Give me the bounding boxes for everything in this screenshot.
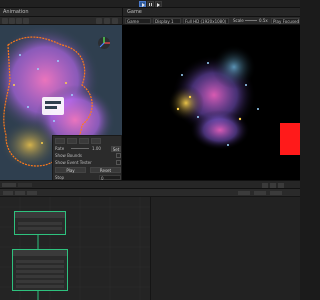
tab-game-label: Game bbox=[127, 9, 142, 15]
initialize-context-line bbox=[16, 275, 64, 278]
game-viewport[interactable] bbox=[122, 25, 300, 180]
pause-icon bbox=[149, 3, 150, 6]
blackboard-toggle[interactable] bbox=[238, 191, 250, 195]
play-event-button[interactable]: Play bbox=[55, 167, 86, 173]
more-options-button[interactable] bbox=[112, 18, 118, 24]
display-label: Display 1 bbox=[155, 19, 174, 24]
panel-restart-icon-button[interactable] bbox=[91, 138, 101, 144]
play-mode-dropdown[interactable]: Play Focused bbox=[271, 18, 299, 24]
tab-game[interactable]: Game bbox=[127, 9, 142, 15]
scale-tool-button[interactable] bbox=[23, 18, 29, 24]
spawn-context-line bbox=[18, 227, 62, 230]
set-rate-button[interactable]: Set bbox=[111, 146, 121, 152]
scale-label: Scale bbox=[233, 18, 244, 23]
panel-play-icon-button[interactable] bbox=[55, 138, 65, 144]
resolution-dropdown[interactable]: Full HD (1920x1080) bbox=[183, 18, 229, 24]
reset-event-button[interactable]: Reset bbox=[90, 167, 121, 173]
graph-toolbar bbox=[0, 189, 300, 197]
hand-tool-button[interactable] bbox=[2, 18, 8, 24]
show-bounds-row: Show Bounds bbox=[55, 153, 121, 159]
spawn-context-node[interactable] bbox=[14, 211, 66, 235]
blackboard-panel bbox=[150, 197, 300, 300]
graph-tab-strip bbox=[0, 180, 300, 189]
play-mode-label: Play Focused bbox=[273, 19, 300, 24]
reset-event-label: Reset bbox=[99, 168, 112, 173]
panel-step-icon-button[interactable] bbox=[79, 138, 89, 144]
play-event-label: Play bbox=[66, 168, 75, 173]
rate-slider[interactable] bbox=[71, 148, 89, 149]
rate-label: Rate bbox=[55, 146, 65, 151]
pause-button[interactable] bbox=[147, 1, 154, 7]
resolution-label: Full HD (1920x1080) bbox=[185, 19, 227, 24]
move-tool-button[interactable] bbox=[9, 18, 15, 24]
initialize-context-line bbox=[16, 280, 64, 283]
scene-tab-strip: Animation bbox=[0, 8, 122, 17]
initialize-context-header bbox=[13, 250, 67, 256]
auto-compile-toggle[interactable] bbox=[27, 191, 37, 195]
initialize-context-line bbox=[16, 260, 64, 263]
options-button[interactable] bbox=[270, 183, 276, 188]
step-button[interactable] bbox=[155, 1, 162, 7]
spawn-context-line bbox=[18, 222, 62, 225]
initialize-context-line bbox=[16, 270, 64, 273]
tab-vfx-graph[interactable] bbox=[2, 183, 16, 187]
save-button[interactable] bbox=[3, 191, 13, 195]
vfx-graph-canvas[interactable] bbox=[0, 197, 150, 300]
gizmos-button[interactable] bbox=[96, 18, 102, 24]
show-bounds-checkbox[interactable] bbox=[116, 153, 121, 158]
main-toolbar bbox=[0, 0, 300, 8]
scale-slider[interactable] bbox=[245, 20, 257, 21]
red-box bbox=[280, 123, 300, 155]
target-toggle[interactable] bbox=[254, 191, 266, 195]
lock-icon[interactable] bbox=[278, 183, 284, 188]
game-toolbar: Game Display 1 Full HD (1920x1080) Scale… bbox=[122, 17, 300, 25]
play-reset-row: Play Reset bbox=[55, 167, 121, 173]
initialize-context-node[interactable] bbox=[12, 249, 68, 291]
view-options-button[interactable] bbox=[104, 18, 110, 24]
vfx-control-panel: Rate 1.00 Set Show Bounds Show Event Tes… bbox=[52, 135, 122, 182]
initialize-context-line bbox=[16, 265, 64, 268]
step-icon bbox=[157, 3, 160, 7]
spawn-context-header bbox=[15, 212, 65, 218]
show-event-tester-row: Show Event Tester bbox=[55, 160, 121, 166]
display-dropdown[interactable]: Display 1 bbox=[153, 18, 181, 24]
game-particles bbox=[122, 25, 300, 180]
tab-animation-label: Animation bbox=[3, 9, 29, 15]
scene-gizmo[interactable] bbox=[98, 37, 110, 49]
vfx-graph-icon[interactable] bbox=[42, 97, 64, 115]
game-view-label: Game bbox=[127, 19, 139, 24]
tab-animation[interactable]: Animation bbox=[3, 9, 29, 15]
scene-toolbar bbox=[0, 17, 122, 25]
tab-console[interactable] bbox=[18, 183, 32, 187]
show-bounds-label: Show Bounds bbox=[55, 153, 82, 158]
rotate-tool-button[interactable] bbox=[16, 18, 22, 24]
panel-icon-row bbox=[55, 138, 121, 144]
rate-row: Rate 1.00 Set bbox=[55, 146, 121, 152]
compile-button[interactable] bbox=[15, 191, 25, 195]
play-button[interactable] bbox=[139, 1, 146, 7]
scale-value: 0.5x bbox=[259, 18, 268, 23]
help-button[interactable] bbox=[270, 191, 282, 195]
game-view-dropdown[interactable]: Game bbox=[125, 18, 151, 24]
panel-pause-icon-button[interactable] bbox=[67, 138, 77, 144]
play-icon bbox=[142, 3, 145, 7]
show-event-tester-label: Show Event Tester bbox=[55, 160, 92, 165]
initialize-context-line bbox=[16, 285, 64, 288]
maximize-button[interactable] bbox=[262, 183, 268, 188]
game-tab-strip: Game bbox=[122, 8, 300, 17]
show-event-tester-checkbox[interactable] bbox=[116, 160, 121, 165]
set-rate-label: Set bbox=[112, 147, 120, 152]
rate-value: 1.00 bbox=[92, 146, 101, 151]
